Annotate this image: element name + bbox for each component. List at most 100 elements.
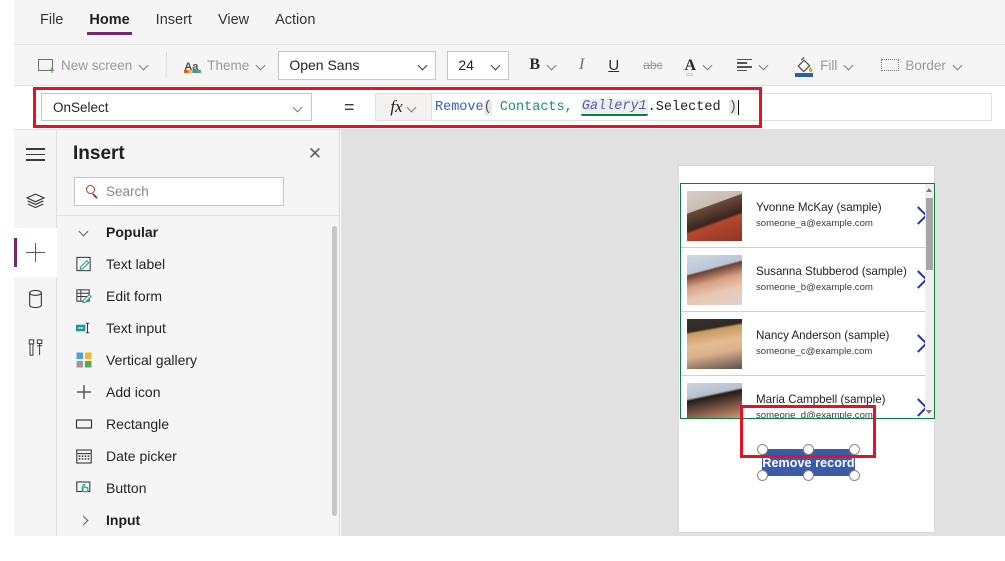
formula-input[interactable]: Remove( Contacts, Gallery1 .Selected ) <box>432 93 992 121</box>
insert-item-date-picker[interactable]: Date picker <box>57 440 339 472</box>
bold-button[interactable]: B <box>523 52 563 78</box>
underline-button[interactable]: U <box>602 53 625 78</box>
new-screen-button[interactable]: + New screen <box>30 52 155 79</box>
rail-item-tree[interactable] <box>14 179 57 228</box>
property-select-value: OnSelect <box>53 99 109 115</box>
insert-group-input[interactable]: Input <box>57 504 339 536</box>
resize-handle-bottom-left[interactable] <box>757 470 768 481</box>
formula-table: Contacts, <box>499 99 573 115</box>
theme-label: Theme <box>207 57 250 73</box>
formula-space <box>492 100 500 115</box>
italic-icon: I <box>578 56 585 73</box>
rail-item-data[interactable] <box>14 277 57 326</box>
avatar <box>687 254 742 305</box>
align-icon <box>737 58 753 72</box>
underline-icon: U <box>608 56 620 74</box>
insert-panel-list: Popular Text label Edit form Text input … <box>57 216 339 536</box>
database-icon <box>27 289 44 314</box>
chevron-down-icon <box>74 223 93 242</box>
gallery-item-text: Yvonne McKay (sample) someone_a@example.… <box>756 200 908 231</box>
fill-button[interactable]: Fill <box>789 52 860 79</box>
resize-handle-top-center[interactable] <box>803 444 814 455</box>
gallery-control[interactable]: Yvonne McKay (sample) someone_a@example.… <box>680 183 935 419</box>
resize-handle-top-right[interactable] <box>849 444 860 455</box>
strikethrough-icon: abc <box>643 58 663 72</box>
ribbon-toolbar: + New screen Aa Theme Open Sans 24 B I U… <box>14 45 1005 86</box>
font-color-button[interactable]: A <box>679 54 720 77</box>
gallery-scrollbar[interactable] <box>925 184 934 418</box>
gallery-item-name: Maria Campbell (sample) <box>756 393 886 406</box>
menu-item-home[interactable]: Home <box>87 8 132 37</box>
align-button[interactable] <box>731 55 775 75</box>
text-label-icon <box>74 255 93 274</box>
theme-button[interactable]: Aa Theme <box>178 54 272 77</box>
strikethrough-button[interactable]: abc <box>637 54 668 76</box>
rail-item-media[interactable] <box>14 326 57 375</box>
tools-icon <box>27 338 45 363</box>
app-screen: Yvonne McKay (sample) someone_a@example.… <box>678 165 935 533</box>
insert-item-edit-form[interactable]: Edit form <box>57 280 339 312</box>
plus-icon <box>26 243 45 262</box>
gallery-item[interactable]: Nancy Anderson (sample) someone_c@exampl… <box>681 312 934 376</box>
font-name-value: Open Sans <box>289 57 360 73</box>
insert-panel-scrollbar[interactable] <box>332 226 337 516</box>
italic-button[interactable]: I <box>573 52 590 78</box>
gallery-item-email: someone_c@example.com <box>756 346 873 357</box>
date-picker-icon <box>74 447 93 466</box>
left-gutter <box>0 0 14 561</box>
fill-label: Fill <box>820 57 838 73</box>
resize-handle-bottom-center[interactable] <box>803 470 814 481</box>
insert-item-text-input[interactable]: Text input <box>57 312 339 344</box>
insert-item-button[interactable]: Button <box>57 472 339 504</box>
search-icon <box>86 185 99 199</box>
insert-panel-header: Insert ✕ Search <box>57 130 366 216</box>
close-icon[interactable]: ✕ <box>305 144 325 164</box>
formula-space <box>573 100 581 115</box>
new-screen-label: New screen <box>61 57 133 73</box>
font-color-icon: A <box>684 56 697 76</box>
border-button[interactable]: Border <box>874 52 969 79</box>
search-input[interactable]: Search <box>74 177 284 206</box>
menu-item-action[interactable]: Action <box>273 8 317 37</box>
gallery-scrollbar-thumb[interactable] <box>926 198 933 270</box>
font-size-select[interactable]: 24 <box>447 50 510 80</box>
insert-item-text-label[interactable]: Text label <box>57 248 339 280</box>
scroll-down-icon[interactable] <box>925 410 932 414</box>
insert-item-vertical-gallery[interactable]: Vertical gallery <box>57 344 339 376</box>
search-placeholder: Search <box>106 184 149 199</box>
rail-item-menu[interactable] <box>14 130 57 179</box>
gallery-item[interactable]: Yvonne McKay (sample) someone_a@example.… <box>681 184 934 248</box>
formula-open-paren: ( <box>483 99 492 115</box>
fx-button[interactable]: fx <box>375 93 432 121</box>
property-select[interactable]: OnSelect <box>41 93 312 121</box>
button-selection: Remove record <box>749 440 868 485</box>
scroll-up-icon[interactable] <box>925 188 932 192</box>
resize-handle-top-left[interactable] <box>757 444 768 455</box>
gallery-item[interactable]: Susanna Stubberod (sample) someone_b@exa… <box>681 248 934 312</box>
insert-group-popular[interactable]: Popular <box>57 216 339 248</box>
insert-item-rectangle[interactable]: Rectangle <box>57 408 339 440</box>
ribbon-divider <box>166 52 168 78</box>
app-canvas: Yvonne McKay (sample) someone_a@example.… <box>341 130 1005 536</box>
menu-item-file[interactable]: File <box>38 8 65 37</box>
gallery-item-text: Nancy Anderson (sample) someone_c@exampl… <box>756 328 908 359</box>
rail-item-insert[interactable] <box>14 228 57 277</box>
chevron-down-icon <box>257 61 266 70</box>
text-input-icon <box>74 319 93 338</box>
gallery-item[interactable]: Maria Campbell (sample) someone_d@exampl… <box>681 376 934 418</box>
border-label: Border <box>905 57 946 73</box>
theme-icon: Aa <box>184 58 202 73</box>
menu-item-insert[interactable]: Insert <box>154 8 194 37</box>
gallery-item-name: Susanna Stubberod (sample) <box>756 265 907 278</box>
fill-bucket-icon <box>795 56 814 77</box>
resize-handle-bottom-right[interactable] <box>849 470 860 481</box>
insert-item-label: Rectangle <box>106 416 170 432</box>
font-name-select[interactable]: Open Sans <box>278 50 437 80</box>
chevron-down-icon <box>408 103 417 112</box>
insert-item-add-icon[interactable]: Add icon <box>57 376 339 408</box>
insert-item-label: Button <box>106 480 147 496</box>
panel-title: Insert <box>73 143 125 164</box>
menu-item-view[interactable]: View <box>216 8 251 37</box>
chevron-down-icon <box>954 61 963 70</box>
insert-item-label: Add icon <box>106 384 161 400</box>
